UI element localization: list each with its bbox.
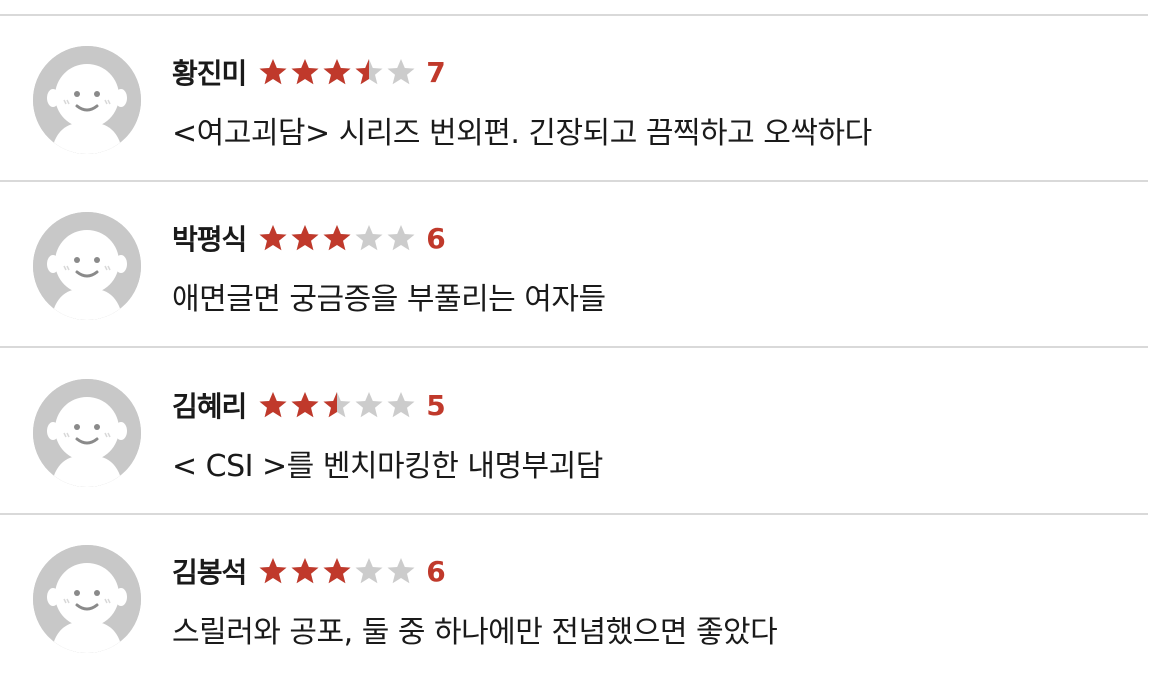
star-icon <box>291 558 319 584</box>
review-comment: <여고괴담> 시리즈 번외편. 긴장되고 끔찍하고 오싹하다 <box>172 116 872 151</box>
rating-score: 6 <box>426 221 446 255</box>
rating-score: 5 <box>426 388 446 422</box>
default-user-avatar-icon <box>33 212 141 320</box>
star-icon <box>355 392 383 418</box>
reviewer-name[interactable]: 황진미 <box>172 52 247 92</box>
review-header: 김혜리 5 <box>172 385 446 425</box>
review-comment: 애면글면 궁금증을 부풀리는 여자들 <box>172 282 606 317</box>
star-icon <box>387 225 415 251</box>
review-header: 김봉석 6 <box>172 551 446 591</box>
reviewer-name[interactable]: 김봉석 <box>172 551 247 591</box>
review-comment: 스릴러와 공포, 둘 중 하나에만 전념했으면 좋았다 <box>172 615 778 650</box>
star-icon <box>323 392 351 418</box>
reviewer-name[interactable]: 박평식 <box>172 218 247 258</box>
star-icon <box>259 225 287 251</box>
star-icon <box>291 225 319 251</box>
default-user-avatar-icon <box>33 545 141 653</box>
default-user-avatar-icon <box>33 46 141 154</box>
star-icon <box>387 558 415 584</box>
star-rating <box>258 223 416 253</box>
star-icon <box>355 558 383 584</box>
review-item: 박평식 6 애면글면 궁금증을 부풀리는 여자들 <box>0 182 1148 348</box>
review-comment: < CSI >를 벤치마킹한 내명부괴담 <box>172 449 603 484</box>
star-icon <box>323 558 351 584</box>
review-item: 김봉석 6 스릴러와 공포, 둘 중 하나에만 전념했으면 좋았다 <box>0 515 1148 681</box>
star-icon <box>323 59 351 85</box>
divider <box>0 346 1148 348</box>
star-rating <box>258 556 416 586</box>
review-header: 황진미 7 <box>172 52 446 92</box>
star-icon <box>323 225 351 251</box>
rating-score: 6 <box>426 554 446 588</box>
star-icon <box>291 59 319 85</box>
star-icon <box>355 59 383 85</box>
star-rating <box>258 390 416 420</box>
star-icon <box>259 558 287 584</box>
review-item: 김혜리 5 < CSI >를 벤치마킹한 내명부괴담 <box>0 349 1148 515</box>
star-icon <box>387 59 415 85</box>
star-icon <box>259 392 287 418</box>
review-item: 황진미 7 <여고괴담> 시리즈 번외편. 긴장되고 끔찍하고 오싹하다 <box>0 16 1148 182</box>
default-user-avatar-icon <box>33 379 141 487</box>
star-icon <box>259 59 287 85</box>
reviewer-name[interactable]: 김혜리 <box>172 385 247 425</box>
star-rating <box>258 57 416 87</box>
review-header: 박평식 6 <box>172 218 446 258</box>
rating-score: 7 <box>426 55 446 89</box>
star-icon <box>387 392 415 418</box>
star-icon <box>291 392 319 418</box>
star-icon <box>355 225 383 251</box>
